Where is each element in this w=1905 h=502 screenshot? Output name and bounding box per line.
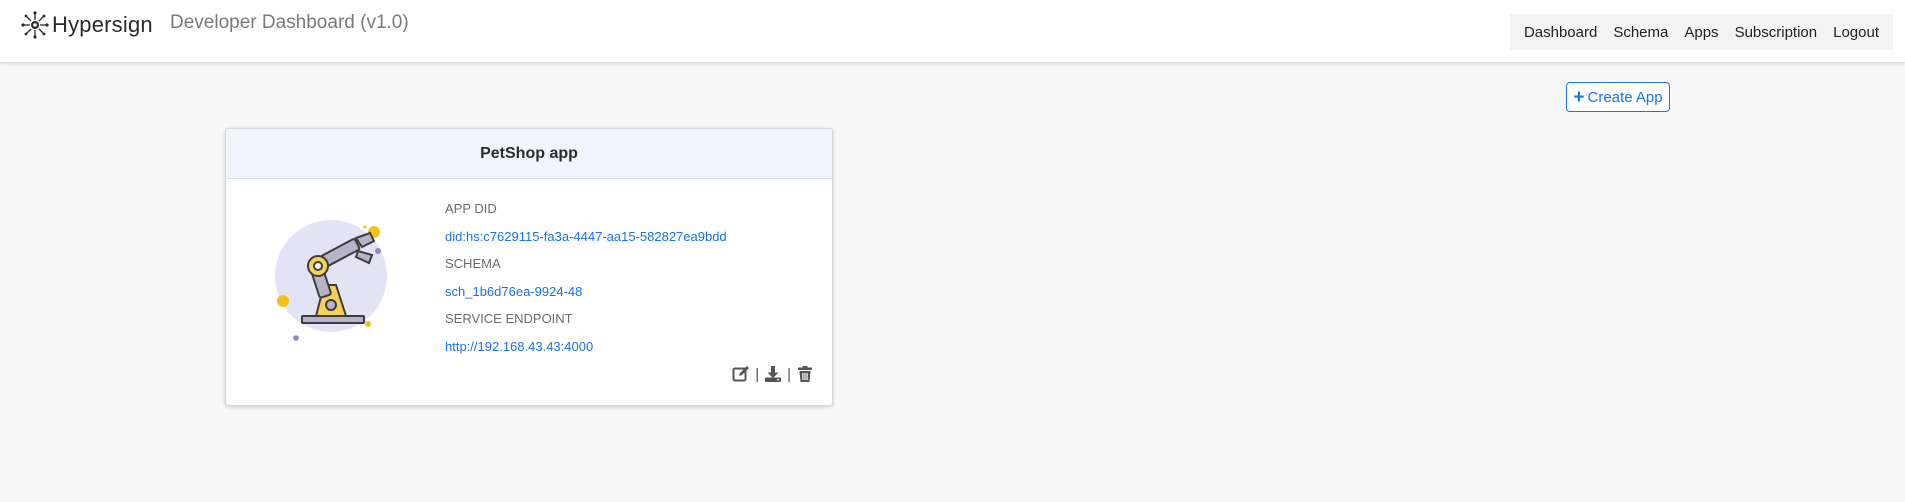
plus-icon: + (1573, 86, 1585, 108)
separator: | (755, 365, 760, 383)
create-app-label: Create App (1587, 88, 1663, 106)
service-endpoint-label: SERVICE ENDPOINT (445, 311, 573, 326)
app-info: APP DID did:hs:c7629115-fa3a-4447-aa15-5… (445, 201, 727, 366)
schema-value[interactable]: sch_1b6d76ea-9924-48 (445, 284, 727, 311)
nav-item-subscription[interactable]: Subscription (1727, 24, 1826, 41)
create-app-button[interactable]: + Create App (1566, 82, 1670, 112)
edit-icon[interactable] (732, 365, 750, 383)
app-card-title: PetShop app (226, 129, 832, 179)
robot-arm-illustration (266, 211, 396, 341)
nav-item-dashboard[interactable]: Dashboard (1516, 24, 1605, 41)
hypersign-logo-icon (20, 10, 50, 40)
service-endpoint-value[interactable]: http://192.168.43.43:4000 (445, 339, 727, 366)
main-nav: Dashboard Schema Apps Subscription Logou… (1509, 14, 1893, 50)
separator: | (787, 365, 791, 383)
download-icon[interactable] (764, 365, 782, 383)
app-card: PetShop app APP DID did:hs:c7629115-fa3a… (225, 128, 833, 406)
nav-item-apps[interactable]: Apps (1676, 24, 1726, 41)
nav-item-schema[interactable]: Schema (1605, 24, 1676, 41)
brand-name: Hypersign (52, 12, 153, 37)
page-title: Developer Dashboard (v1.0) (170, 12, 409, 33)
top-navbar: Hypersign Developer Dashboard (v1.0) Das… (0, 0, 1905, 63)
app-did-value[interactable]: did:hs:c7629115-fa3a-4447-aa15-582827ea9… (445, 229, 727, 256)
card-actions: | | (732, 365, 814, 383)
trash-icon[interactable] (796, 365, 814, 383)
app-did-label: APP DID (445, 201, 497, 216)
brand[interactable]: Hypersign (20, 10, 153, 40)
schema-label: SCHEMA (445, 256, 501, 271)
nav-item-logout[interactable]: Logout (1825, 24, 1887, 41)
